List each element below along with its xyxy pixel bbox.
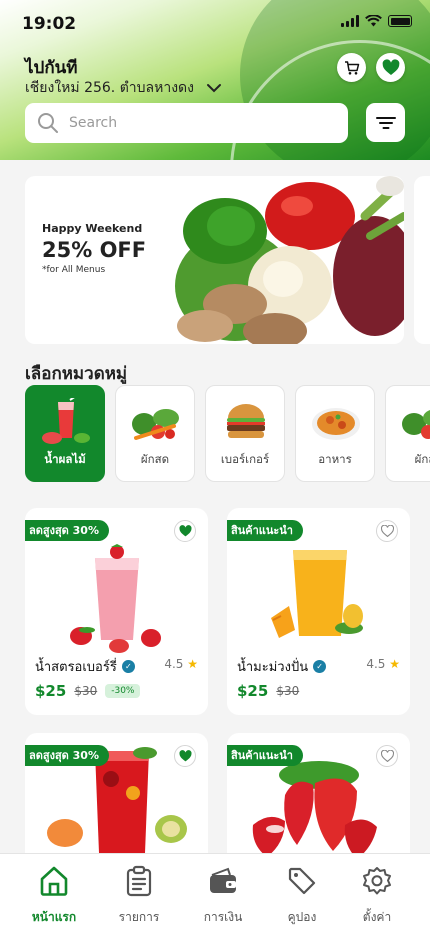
category-burger[interactable]: เบอร์เกอร์ [205,385,285,482]
category-label: น้ำผลไม้ [44,452,86,466]
nav-orders[interactable]: รายการ [99,864,179,927]
nav-label: รายการ [118,910,160,924]
juice-image [42,398,90,444]
favorite-toggle[interactable] [376,745,398,767]
nav-coupons[interactable]: คูปอง [262,864,342,927]
wifi-icon [365,15,382,27]
category-list: น้ำผลไม้ ผักสด เบอร์เกอร์ อาหาร ผัก [25,385,430,483]
address-selector[interactable]: เชียงใหม่ 256. ตำบลหางดง [25,77,222,99]
verified-icon: ✓ [313,660,327,673]
wallet-icon [210,867,236,893]
filter-button[interactable] [366,103,405,142]
bottom-nav: หน้าแรก รายการ การเงิน คูปอง ตั้งค่า [0,853,430,934]
recommended-tag: สินค้าแนะนำ [227,745,303,766]
favorite-toggle[interactable] [174,520,196,542]
header: 19:02 ไปกันที เชียงใหม่ 256. ตำบลหางดง [0,0,430,160]
food-image [312,408,360,440]
tag-icon [288,867,316,895]
category-vegetables-2[interactable]: ผักส [385,385,430,482]
rating-value: 4.5 [164,657,184,671]
address-text: เชียงใหม่ 256. ตำบลหางดง [25,80,194,96]
favorites-button[interactable] [376,53,405,82]
product-rating: 4.5 ★ [366,657,400,671]
product-card[interactable]: ลดสูงสุด 30% น้ำสตรอเบอร์รี่ ✓ 4.5 ★ $25… [25,508,208,715]
product-name-row: น้ำมะม่วงปั่น ✓ [237,656,327,677]
product-card[interactable]: สินค้าแนะนำ น้ำมะม่วงปั่น ✓ 4.5 ★ $25 $3… [227,508,410,715]
nav-home[interactable]: หน้าแรก [14,864,94,927]
category-label: ผักสด [140,452,170,466]
nav-label: หน้าแรก [31,910,77,924]
nav-label: การเงิน [203,910,243,924]
old-price: $30 [74,684,98,698]
nav-label: ตั้งค่า [362,910,392,924]
heart-outline-icon [380,525,394,537]
price-row: $25 $30 -30% [35,682,141,700]
verified-icon: ✓ [121,660,135,673]
product-name-row: น้ำสตรอเบอร์รี่ ✓ [35,656,135,677]
product-name: น้ำมะม่วงปั่น [237,660,309,675]
cart-icon [344,60,359,75]
burger-image [227,404,265,438]
price: $25 [35,682,67,700]
promo-banner[interactable]: Happy Weekend 25% OFF *for All Menus [25,176,404,344]
nav-label: คูปอง [287,910,317,924]
chevron-down-icon [206,84,221,93]
heart-filled-icon [178,525,192,537]
home-icon [40,866,68,896]
search-bar[interactable] [25,103,348,143]
banner-headline: 25% OFF [42,238,147,262]
gear-icon [363,867,391,895]
nav-finance[interactable]: การเงิน [183,864,263,927]
status-time: 19:02 [22,14,77,34]
discount-badge: -30% [105,684,141,698]
category-vegetables[interactable]: ผักสด [115,385,195,482]
search-icon [38,113,58,133]
category-juice[interactable]: น้ำผลไม้ [25,385,105,482]
product-name: น้ำสตรอเบอร์รี่ [35,660,117,675]
strawberry-smoothie-image [70,544,161,653]
rating-value: 4.5 [366,657,386,671]
nav-settings[interactable]: ตั้งค่า [337,864,417,927]
status-icons [341,15,412,27]
next-banner[interactable] [414,176,430,344]
banner-text: Happy Weekend 25% OFF *for All Menus [42,222,146,275]
category-label: ผักส [414,452,430,466]
price: $25 [237,682,269,700]
banner-note: *for All Menus [42,265,106,275]
banner-vegetables-image [175,176,404,344]
discount-tag: ลดสูงสุด 30% [25,520,109,541]
category-food[interactable]: อาหาร [295,385,375,482]
vegetables-image [132,409,179,440]
recommended-tag: สินค้าแนะนำ [227,520,303,541]
battery-icon [388,15,412,27]
categories-title: เลือกหมวดหมู่ [25,364,128,384]
category-label: อาหาร [318,452,352,466]
heart-filled-icon [178,750,192,762]
cart-button[interactable] [337,53,366,82]
vegetables-image [402,410,430,439]
discount-tag: ลดสูงสุด 30% [25,745,109,766]
signal-icon [341,15,359,27]
favorite-toggle[interactable] [174,745,196,767]
clipboard-icon [126,865,152,897]
star-icon: ★ [389,657,400,671]
filter-icon [375,116,396,129]
price-row: $25 $30 [237,682,299,700]
category-label: เบอร์เกอร์ [220,452,270,466]
heart-icon [382,59,399,75]
product-rating: 4.5 ★ [164,657,198,671]
search-input[interactable] [69,115,309,131]
mango-smoothie-image [271,550,363,638]
favorite-toggle[interactable] [376,520,398,542]
strawberries-image [252,761,377,859]
star-icon: ★ [187,657,198,671]
old-price: $30 [276,684,300,698]
heart-outline-icon [380,750,394,762]
banner-subtitle: Happy Weekend [42,222,143,235]
